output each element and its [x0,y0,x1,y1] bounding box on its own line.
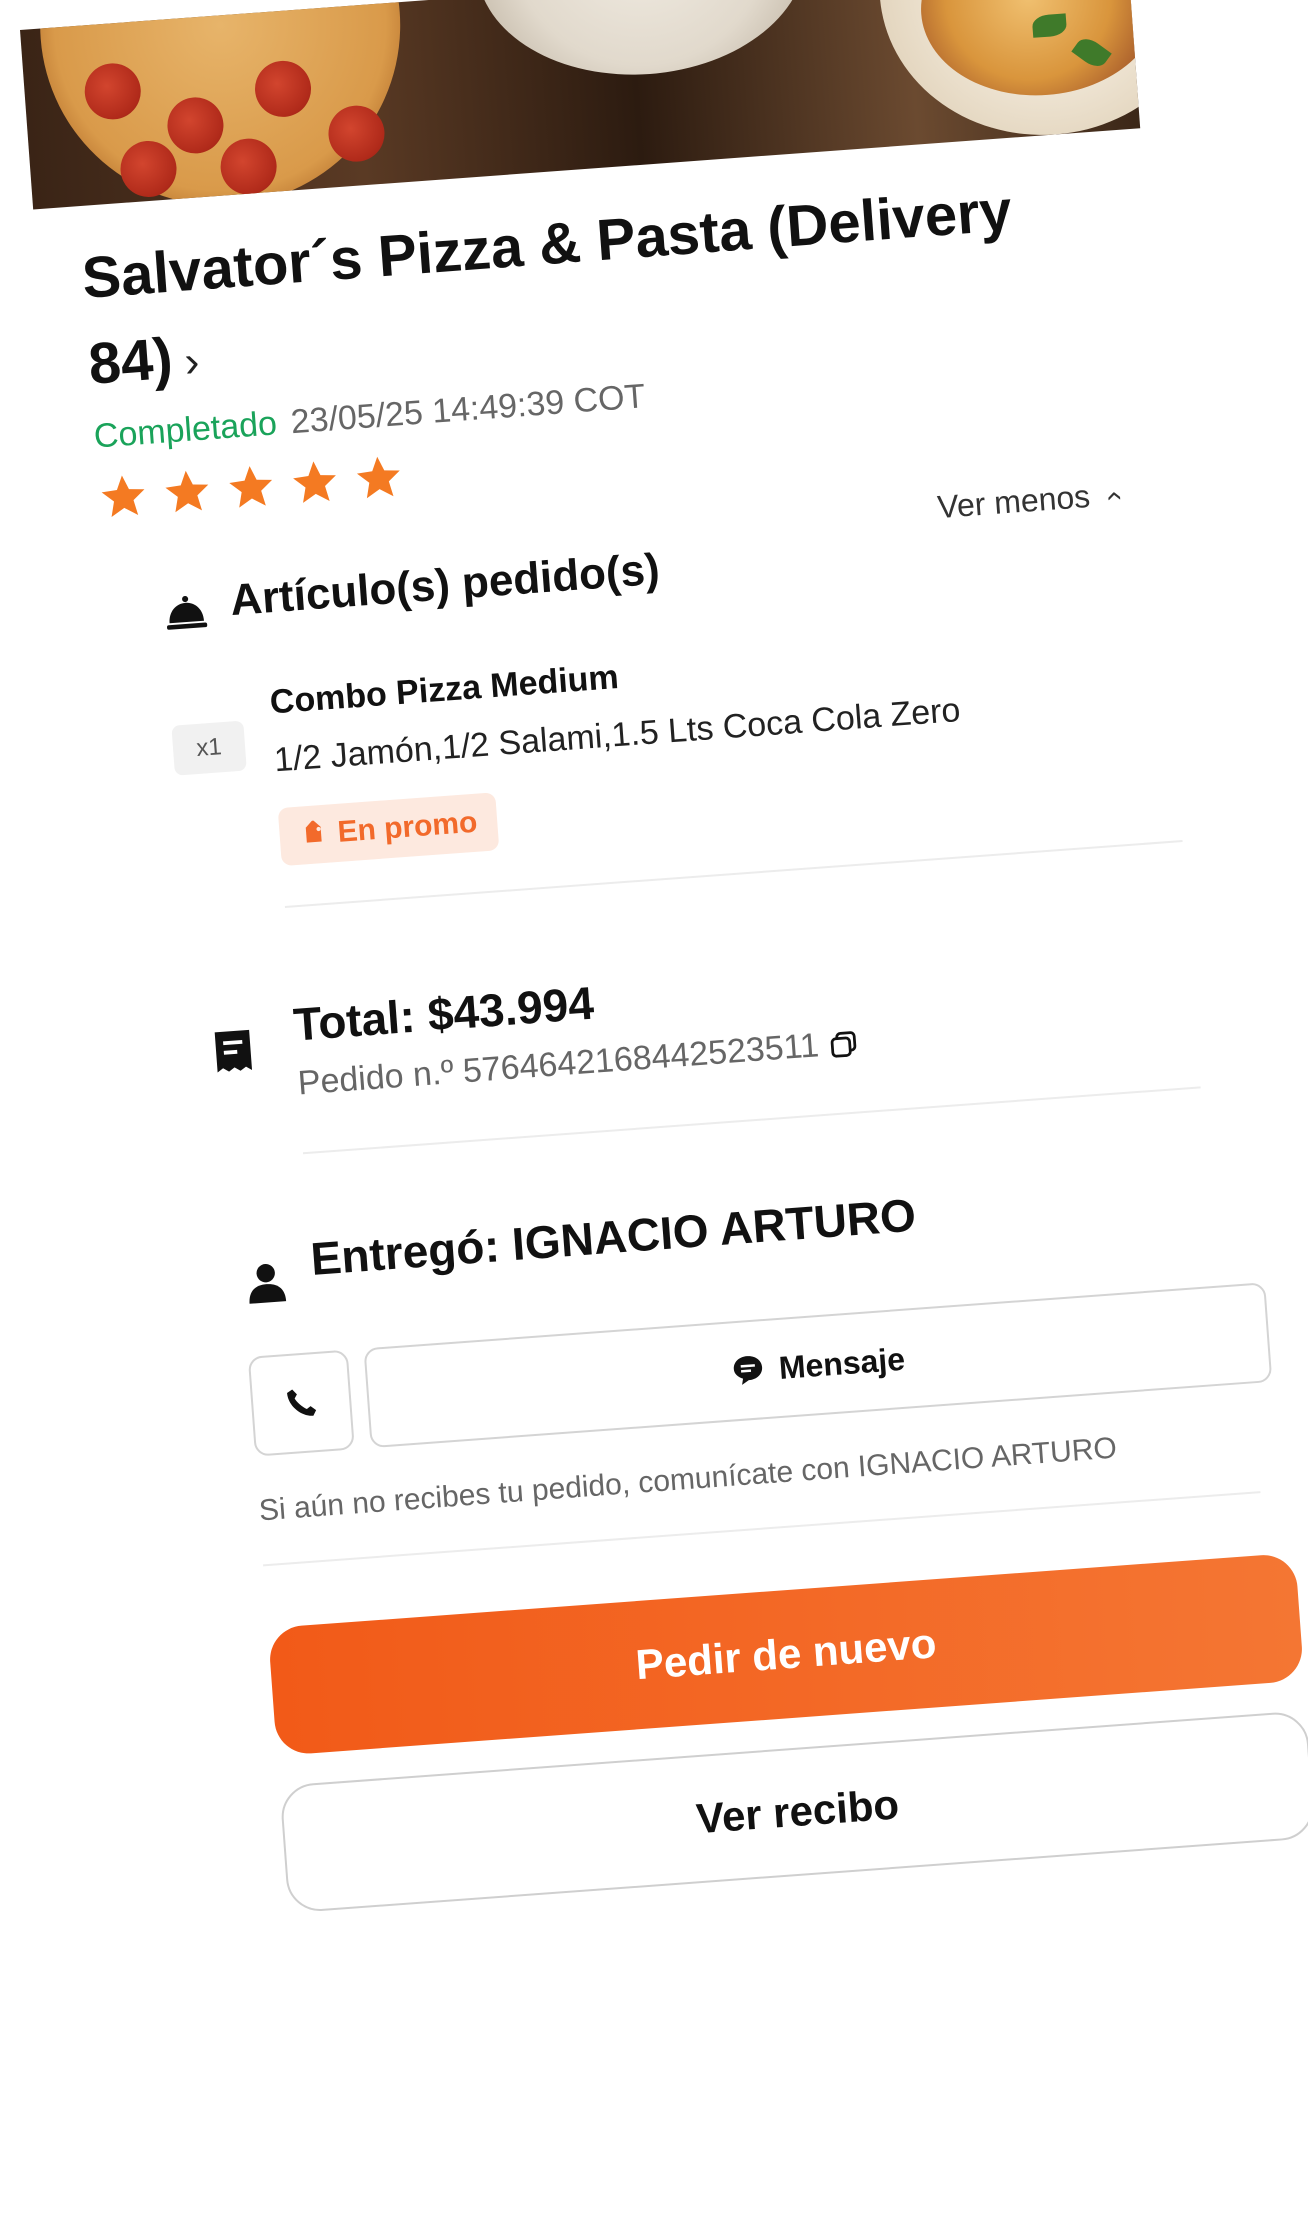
chat-bubble-icon [733,1356,762,1385]
restaurant-name: Salvator´s Pizza & Pasta (Delivery 84) [79,177,1014,397]
restaurant-title-link[interactable]: Salvator´s Pizza & Pasta (Delivery 84) › [79,162,1109,413]
call-courier-button[interactable] [247,1349,355,1457]
message-label: Mensaje [777,1340,907,1386]
receipt-icon [214,1029,253,1073]
order-total: Total: $43.994 [291,976,596,1051]
rating-stars [97,451,406,523]
chevron-up-icon: › [1095,490,1130,503]
message-courier-button[interactable]: Mensaje [363,1282,1273,1449]
person-icon [249,1264,287,1304]
item-name: Combo Pizza Medium [268,657,620,722]
star-icon [356,456,400,499]
promo-badge: En promo [277,792,500,867]
star-icon [101,475,145,517]
copy-icon[interactable] [828,1028,860,1060]
order-status: Completado [92,404,279,456]
tag-icon [305,819,322,843]
items-section-title: Artículo(s) pedido(s) [228,544,662,626]
item-quantity-badge: x1 [171,720,247,776]
order-detail-screen: Salvator´s Pizza & Pasta (Delivery 84) › … [20,0,1308,2235]
photo-stage: Salvator´s Pizza & Pasta (Delivery 84) › … [0,0,1308,2235]
courier-name: Entregó: IGNACIO ARTURO [308,1188,918,1285]
promo-label: En promo [336,805,479,849]
bowl-image [468,0,815,87]
ver-menos-toggle[interactable]: Ver menos › [936,476,1129,526]
star-icon [293,461,336,503]
divider [302,1086,1201,1155]
star-icon [229,466,273,508]
phone-icon [287,1389,317,1416]
star-icon [165,470,209,513]
chevron-right-icon: › [182,336,202,387]
food-cloche-icon [167,595,208,630]
toggle-label: Ver menos [936,477,1092,526]
